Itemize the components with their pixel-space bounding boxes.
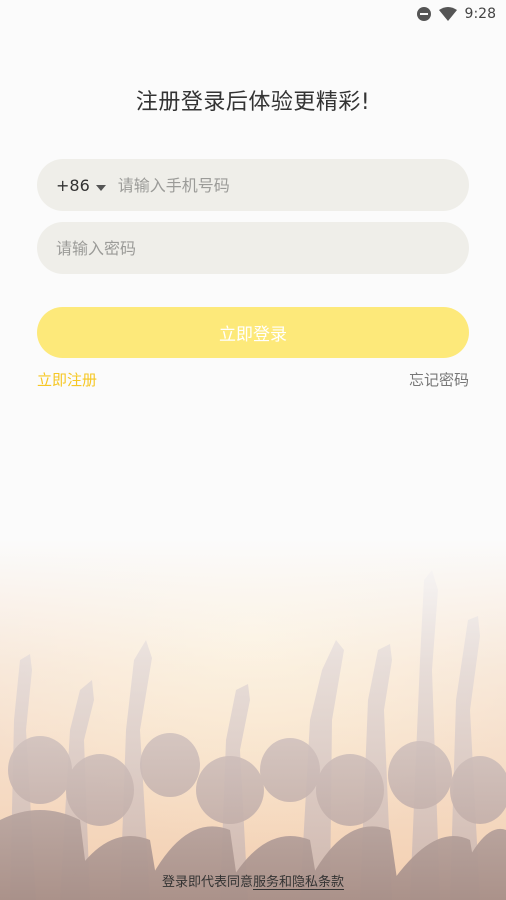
- phone-field: +86: [37, 158, 469, 212]
- concert-crowd-background: [0, 540, 506, 900]
- password-field: [37, 221, 469, 275]
- terms-link[interactable]: 服务和隐私条款: [253, 875, 344, 890]
- country-code-selector[interactable]: +86: [37, 176, 106, 195]
- page-title: 注册登录后体验更精彩!: [135, 90, 371, 115]
- country-code-label: +86: [56, 175, 90, 195]
- footer-prefix: 登录即代表同意: [161, 875, 253, 890]
- status-time: 9:28: [464, 6, 496, 22]
- wifi-icon: [438, 7, 457, 21]
- caret-down-icon: [95, 176, 106, 195]
- do-not-disturb-icon: [416, 7, 431, 21]
- login-button[interactable]: 立即登录: [37, 307, 469, 358]
- password-input[interactable]: [37, 221, 469, 275]
- register-link[interactable]: 立即注册: [37, 369, 97, 390]
- login-screen: 9:28 注册登录后体验更精彩! +86 立即登录 立即注册 忘记密码 登录即代…: [0, 0, 506, 900]
- footer-agreement: 登录即代表同意服务和隐私条款: [0, 871, 506, 890]
- phone-input[interactable]: [105, 158, 469, 212]
- status-bar: 9:28: [0, 0, 506, 28]
- forgot-password-link[interactable]: 忘记密码: [409, 369, 469, 390]
